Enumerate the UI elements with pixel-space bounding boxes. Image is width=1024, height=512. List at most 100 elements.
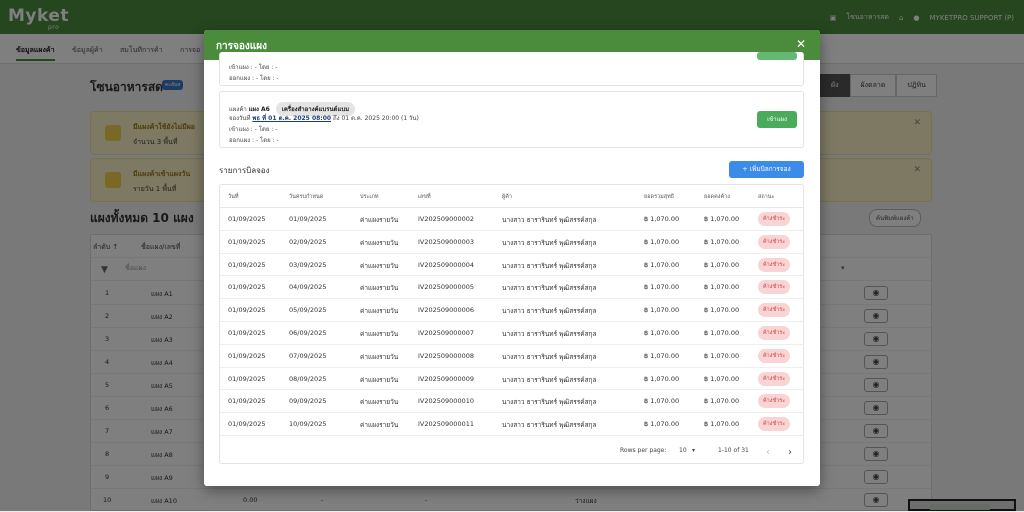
table-row[interactable]: 01/09/2025 06/09/2025 ค่าแผงรายวัน IV202509… xyxy=(220,322,803,345)
col-customer[interactable]: ผู้ค้า xyxy=(502,193,512,201)
booking-date-from: พธ ที่ 01 ต.ค. 2025 08:00 xyxy=(252,115,332,122)
rows-per-page-label: Rows per page: xyxy=(620,447,667,454)
status-badge: ค้างชำระ xyxy=(758,257,791,272)
col-status[interactable]: สถานะ xyxy=(758,193,775,201)
bill-type: ค่าแผงรายวัน xyxy=(360,261,399,270)
bill-net-total: ฿ 1,070.00 xyxy=(644,215,680,223)
booking-card-previous: เข้าแผง : - โดย : - ออกแผง : - โดย : - xyxy=(219,52,804,86)
status-badge: ค้างชำระ xyxy=(758,417,791,432)
bill-net-total: ฿ 1,070.00 xyxy=(644,420,680,429)
close-icon[interactable]: ✕ xyxy=(796,37,806,51)
rows-per-page-select[interactable]: 10 xyxy=(679,447,687,454)
table-row[interactable]: 01/09/2025 02/09/2025 ค่าแผงรายวัน IV202509… xyxy=(220,231,803,254)
bill-remaining: ฿ 1,070.00 xyxy=(704,260,740,269)
page-range: 1-10 of 31 xyxy=(718,447,749,454)
table-row[interactable]: 01/09/2025 03/09/2025 ค่าแผงรายวัน IV202509… xyxy=(220,254,803,277)
bill-due-date: 07/09/2025 xyxy=(289,351,327,360)
booking-card: แผงค้า แผง A6 เครื่องสำอางค์แบรนด์แบม จอ… xyxy=(219,91,804,148)
enter-stall-button[interactable]: เข้าแผง xyxy=(757,111,797,128)
enter-info: เข้าแผง : - โดย : - xyxy=(229,126,278,133)
table-row[interactable]: 01/09/2025 01/09/2025 ค่าแผงรายวัน IV202509… xyxy=(220,208,803,231)
status-badge: ค้างชำระ xyxy=(758,326,791,340)
table-row[interactable]: 01/09/2025 04/09/2025 ค่าแผงรายวัน IV202509… xyxy=(220,276,803,300)
bill-customer: นางสาว ธารารินทร์ พุฒิสรรค์สกุล xyxy=(502,421,597,430)
exit-info: ออกแผง : - โดย : - xyxy=(229,137,279,144)
col-net-total[interactable]: ยอดรวมสุทธิ xyxy=(644,193,674,201)
bill-due-date: 01/09/2025 xyxy=(289,215,327,223)
bill-due-date: 03/09/2025 xyxy=(289,260,327,269)
next-page-icon[interactable]: › xyxy=(788,447,792,458)
bill-customer: นางสาว ธารารินทร์ พุฒิสรรค์สกุล xyxy=(502,238,597,247)
bill-date: 01/09/2025 xyxy=(228,420,266,429)
bill-customer: นางสาว ธารารินทร์ พุฒิสรรค์สกุล xyxy=(502,375,597,384)
bill-remaining: ฿ 1,070.00 xyxy=(704,237,740,246)
col-date[interactable]: วันที่ xyxy=(228,193,238,201)
table-row[interactable]: 01/09/2025 10/09/2025 ค่าแผงรายวัน IV202509… xyxy=(220,413,803,436)
date-prefix: จองวันที่ xyxy=(229,115,251,122)
bills-section-label: รายการบิลจอง xyxy=(219,166,270,175)
status-badge: ค้างชำระ xyxy=(758,212,791,226)
bill-type: ค่าแผงรายวัน xyxy=(360,307,399,316)
bill-net-total: ฿ 1,070.00 xyxy=(644,306,680,315)
stall-prefix: แผงค้า xyxy=(229,106,247,113)
status-badge: ค้างชำระ xyxy=(758,394,791,409)
col-type[interactable]: ประเภท xyxy=(360,193,379,201)
bill-due-date: 04/09/2025 xyxy=(289,283,327,292)
bill-date: 01/09/2025 xyxy=(228,306,266,315)
bill-date: 01/09/2025 xyxy=(228,260,266,269)
bill-date: 01/09/2025 xyxy=(228,283,266,292)
col-due-date[interactable]: วันครบกำหนด xyxy=(289,193,323,201)
status-badge: ค้างชำระ xyxy=(758,280,791,295)
bill-remaining: ฿ 1,070.00 xyxy=(704,374,740,383)
bill-customer: นางสาว ธารารินทร์ พุฒิสรรค์สกุล xyxy=(502,284,597,293)
enter-stall-button[interactable] xyxy=(757,52,797,60)
bill-due-date: 09/09/2025 xyxy=(289,397,327,406)
bill-remaining: ฿ 1,070.00 xyxy=(704,215,740,223)
bill-number: IV202509000009 xyxy=(418,374,474,383)
bill-type: ค่าแผงรายวัน xyxy=(360,238,399,247)
bill-remaining: ฿ 1,070.00 xyxy=(704,329,740,337)
status-badge: ค้างชำระ xyxy=(758,303,791,318)
bill-number: IV202509000005 xyxy=(418,283,474,292)
bill-net-total: ฿ 1,070.00 xyxy=(644,351,680,360)
table-row[interactable]: 01/09/2025 08/09/2025 ค่าแผงรายวัน IV202509… xyxy=(220,368,803,391)
table-row[interactable]: 01/09/2025 07/09/2025 ค่าแผงรายวัน IV202509… xyxy=(220,345,803,368)
bill-remaining: ฿ 1,070.00 xyxy=(704,283,740,292)
chevron-down-icon[interactable]: ▾ xyxy=(692,447,695,454)
table-row[interactable]: 01/09/2025 09/09/2025 ค่าแผงรายวัน IV202509… xyxy=(220,390,803,414)
status-badge: ค้างชำระ xyxy=(758,371,791,386)
bill-table: วันที่ วันครบกำหนด ประเภท เลขที่ ผู้ค้า … xyxy=(219,184,804,464)
bill-net-total: ฿ 1,070.00 xyxy=(644,283,680,292)
bill-customer: นางสาว ธารารินทร์ พุฒิสรรค์สกุล xyxy=(502,261,597,270)
booking-modal: การจองแผง ✕ เข้าแผง : - โดย : - ออกแผง :… xyxy=(204,30,820,486)
col-remaining[interactable]: ยอดคงค้าง xyxy=(704,193,730,201)
bill-customer: นางสาว ธารารินทร์ พุฒิสรรค์สกุล xyxy=(502,307,597,316)
bill-net-total: ฿ 1,070.00 xyxy=(644,237,680,246)
add-bill-button[interactable]: + เพิ่มบิลการจอง xyxy=(729,161,804,178)
booking-date-to: ถึง 01 ต.ค. 2025 20:00 (1 วัน) xyxy=(332,115,419,122)
bill-customer: นางสาว ธารารินทร์ พุฒิสรรค์สกุล xyxy=(502,330,597,338)
stall-name: แผง A6 xyxy=(248,106,270,113)
bill-due-date: 06/09/2025 xyxy=(289,329,327,337)
status-badge: ค้างชำระ xyxy=(758,348,791,363)
bill-number: IV202509000010 xyxy=(418,397,474,406)
table-row[interactable]: 01/09/2025 05/09/2025 ค่าแผงรายวัน IV202509… xyxy=(220,299,803,322)
bill-date: 01/09/2025 xyxy=(228,374,266,383)
bill-number: IV202509000006 xyxy=(418,306,474,315)
bill-type: ค่าแผงรายวัน xyxy=(360,216,399,224)
bill-type: ค่าแผงรายวัน xyxy=(360,421,399,430)
bill-customer: นางสาว ธารารินทร์ พุฒิสรรค์สกุล xyxy=(502,352,597,361)
bill-number: IV202509000007 xyxy=(418,329,474,337)
bill-customer: นางสาว ธารารินทร์ พุฒิสรรค์สกุล xyxy=(502,398,597,407)
bill-type: ค่าแผงรายวัน xyxy=(360,352,399,361)
bill-remaining: ฿ 1,070.00 xyxy=(704,420,740,429)
prev-page-icon[interactable]: ‹ xyxy=(766,447,770,458)
bill-date: 01/09/2025 xyxy=(228,237,266,246)
col-number[interactable]: เลขที่ xyxy=(418,193,431,201)
bill-type: ค่าแผงรายวัน xyxy=(360,375,399,384)
bill-net-total: ฿ 1,070.00 xyxy=(644,374,680,383)
bill-number: IV202509000002 xyxy=(418,215,474,223)
bill-remaining: ฿ 1,070.00 xyxy=(704,306,740,315)
bill-remaining: ฿ 1,070.00 xyxy=(704,351,740,360)
bill-due-date: 08/09/2025 xyxy=(289,374,327,383)
